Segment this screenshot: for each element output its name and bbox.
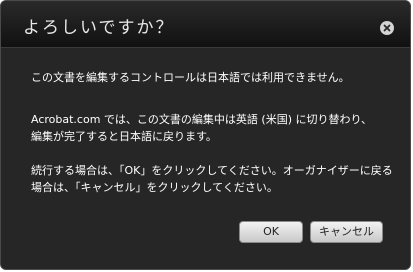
close-icon[interactable] — [380, 21, 394, 35]
confirm-dialog: よろしいですか？ この文書を編集するコントロールは日本語では利用できません。 A… — [0, 0, 411, 270]
message-line-3: 続行する場合は、「OK」をクリックしてください。オーガナイザーに戻る — [31, 164, 393, 177]
message-line-2b: 編集が完了すると日本語に戻ります。 — [31, 130, 217, 143]
ok-button[interactable]: OK — [239, 221, 303, 243]
dialog-titlebar: よろしいですか？ — [1, 1, 410, 48]
dialog-body: この文書を編集するコントロールは日本語では利用できません。 Acrobat.co… — [1, 48, 410, 269]
message-line-2: Acrobat.com では、この文書の編集中は英語 (米国) に切り替わり、 — [31, 113, 373, 126]
message-line-3b: 場合は、「キャンセル」をクリックしてください。 — [31, 181, 278, 194]
dialog-title: よろしいですか？ — [23, 18, 175, 38]
message-line-1: この文書を編集するコントロールは日本語では利用できません。 — [31, 71, 350, 84]
cancel-button[interactable]: キャンセル — [310, 221, 383, 243]
